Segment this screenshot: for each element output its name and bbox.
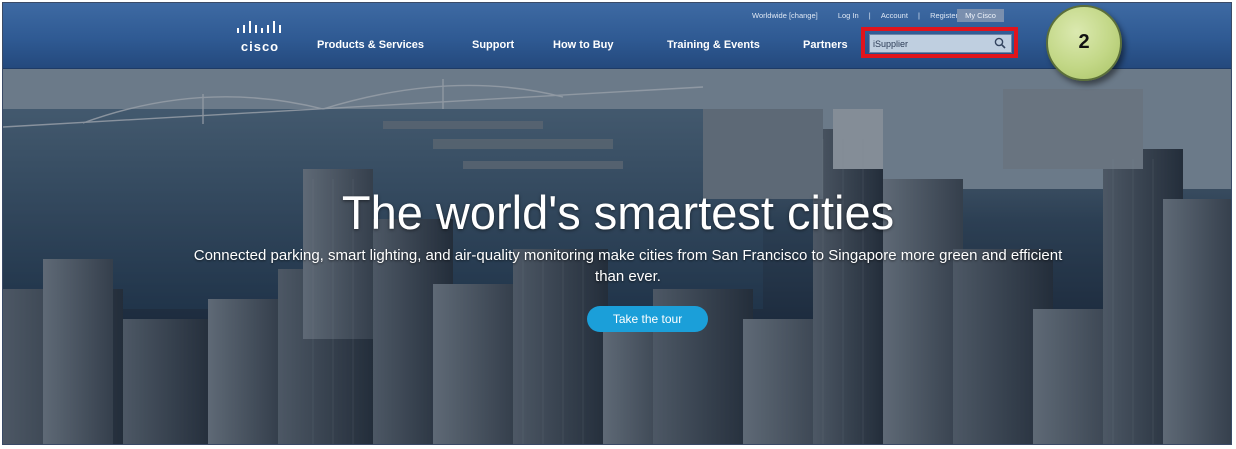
nav-support[interactable]: Support	[472, 39, 514, 51]
nav-products-services[interactable]: Products & Services	[317, 39, 424, 51]
cisco-logo[interactable]: cisco	[234, 20, 286, 54]
account-link[interactable]: Account	[881, 11, 908, 20]
hero-subheadline: Connected parking, smart lighting, and a…	[193, 247, 1063, 285]
utility-separator: |	[918, 11, 920, 20]
browser-frame: Worldwide [change] Log In | Account | Re…	[2, 2, 1232, 445]
register-link[interactable]: Register	[930, 11, 958, 20]
step-callout-badge: 2	[1046, 5, 1122, 81]
cisco-wordmark: cisco	[240, 39, 280, 54]
take-the-tour-button[interactable]: Take the tour	[587, 306, 708, 332]
step-number: 2	[1078, 31, 1090, 53]
nav-training-events[interactable]: Training & Events	[667, 39, 760, 51]
nav-partners[interactable]: Partners	[803, 39, 848, 51]
nav-how-to-buy[interactable]: How to Buy	[553, 39, 614, 51]
login-link[interactable]: Log In	[838, 11, 859, 20]
utility-separator: |	[868, 11, 871, 20]
hero-banner: The world's smartest cities Connected pa…	[3, 69, 1231, 444]
utility-links: Worldwide [change] Log In | Account | Re…	[748, 11, 962, 23]
my-cisco-button[interactable]: My Cisco	[957, 9, 1004, 22]
hero-headline: The world's smartest cities	[341, 186, 895, 239]
search-highlight-box	[861, 27, 1018, 58]
cisco-bridge-icon	[237, 21, 281, 33]
worldwide-link[interactable]: Worldwide [change]	[752, 11, 818, 20]
